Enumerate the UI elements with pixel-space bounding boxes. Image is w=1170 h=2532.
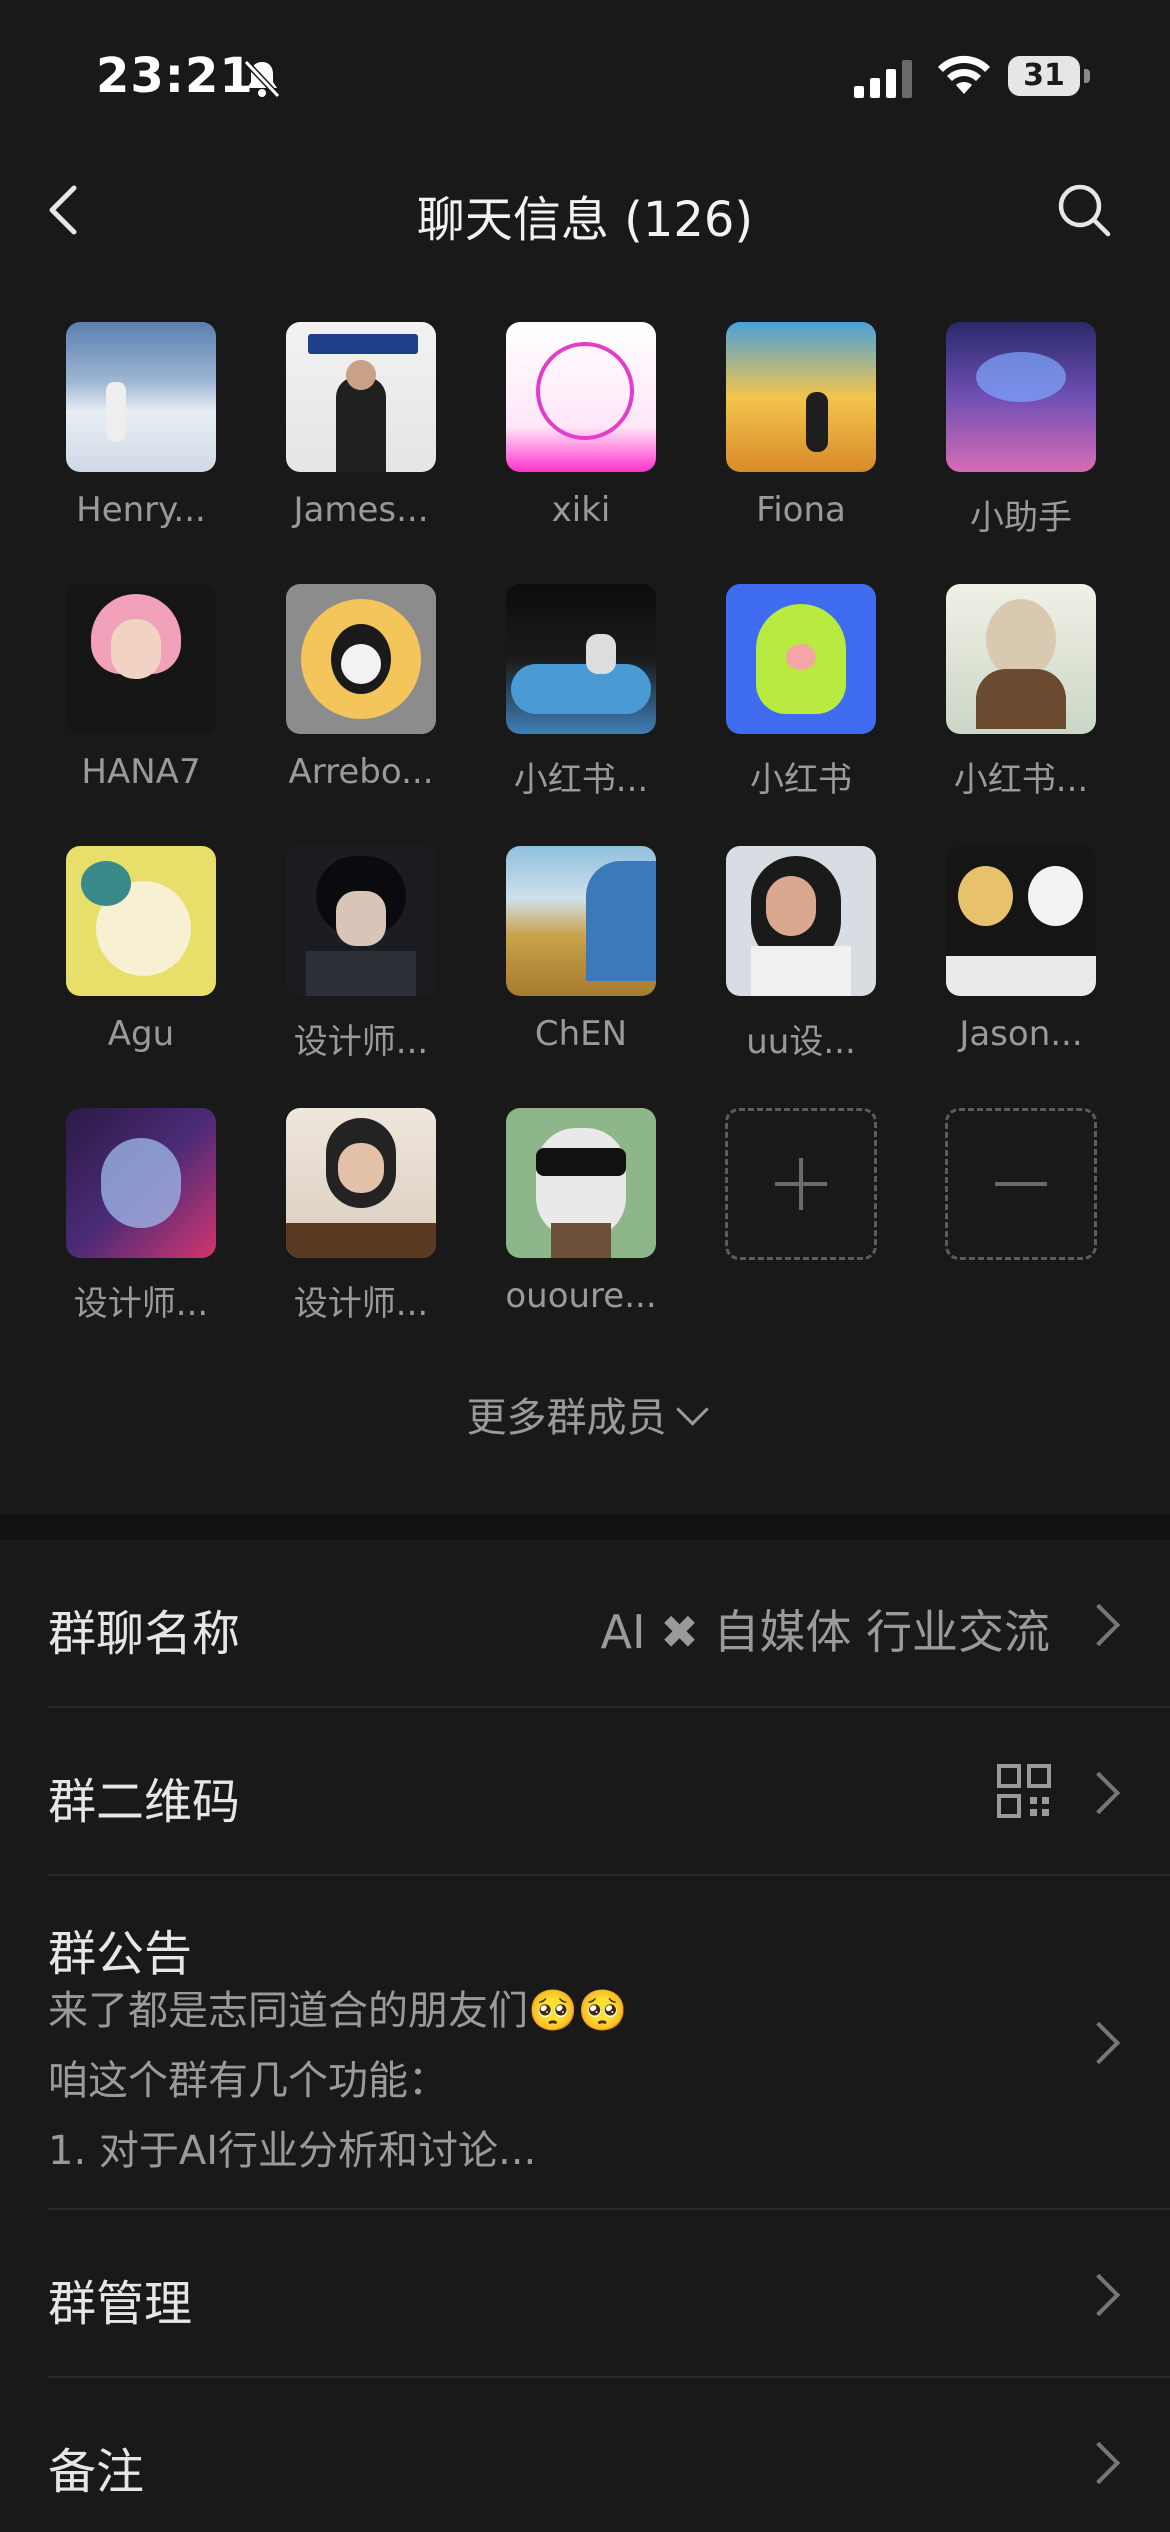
member-item[interactable]: James... [251, 322, 471, 530]
notice-line-3: 1. 对于AI行业分析和讨论... [48, 2128, 537, 2174]
remark-row[interactable]: 备注 [48, 2378, 1170, 2532]
member-name: Jason... [959, 1014, 1083, 1054]
member-name: xiki [551, 490, 611, 530]
avatar [66, 584, 216, 734]
member-item[interactable]: 小红书... [471, 584, 691, 801]
member-name: HANA7 [81, 752, 201, 792]
avatar [286, 584, 436, 734]
member-item[interactable]: 设计师... [31, 1108, 251, 1325]
group-qr-row[interactable]: 群二维码 [48, 1708, 1170, 1876]
group-name-value: AI ✖ 自媒体 行业交流 [600, 1605, 1050, 1659]
avatar [506, 322, 656, 472]
group-name-label: 群聊名称 [48, 1606, 241, 1662]
chevron-right-icon [1077, 1603, 1121, 1647]
search-icon[interactable] [1052, 178, 1116, 242]
cellular-signal-icon [854, 60, 912, 98]
avatar [286, 1108, 436, 1258]
chevron-down-icon [675, 1393, 709, 1426]
group-notice-label: 群公告 [48, 1926, 193, 1982]
qr-code-icon [997, 1764, 1051, 1818]
member-name: 设计师... [293, 1022, 429, 1062]
group-notice-row[interactable]: 群公告 来了都是志同道合的朋友们🥺🥺 咱这个群有几个功能： 1. 对于AI行业分… [48, 1876, 1170, 2210]
member-name: 设计师... [73, 1284, 209, 1324]
notice-line-2: 咱这个群有几个功能： [48, 2058, 448, 2104]
chevron-right-icon [1077, 2021, 1121, 2065]
member-item[interactable]: uu设... [691, 846, 911, 1063]
member-name: Arrebo... [288, 752, 434, 792]
battery-level: 31 [1023, 58, 1065, 93]
member-name: Agu [107, 1014, 175, 1054]
member-name: 小红书... [513, 760, 649, 800]
status-bar: 23:21 31 [0, 0, 1170, 150]
member-item[interactable]: 小红书 [691, 584, 911, 801]
chevron-right-icon [1077, 2441, 1121, 2485]
status-time: 23:21 [96, 48, 254, 104]
remark-label: 备注 [48, 2444, 145, 2500]
avatar [506, 846, 656, 996]
member-name: Henry... [76, 490, 206, 530]
member-name: Fiona [756, 490, 846, 530]
member-name: ChEN [534, 1014, 628, 1054]
avatar [506, 1108, 656, 1258]
avatar [286, 846, 436, 996]
member-item[interactable]: HANA7 [31, 584, 251, 792]
member-name: uu设... [746, 1022, 856, 1062]
member-item[interactable]: Jason... [911, 846, 1131, 1054]
member-name: ououre... [505, 1276, 657, 1316]
avatar [946, 584, 1096, 734]
nav-bar: 聊天信息 (126) [0, 150, 1170, 270]
more-members-button[interactable]: 更多群成员 [0, 1385, 1170, 1443]
group-manage-label: 群管理 [48, 2276, 193, 2332]
member-item[interactable]: Arrebo... [251, 584, 471, 792]
remove-member-button[interactable] [911, 1108, 1131, 1260]
group-qr-label: 群二维码 [48, 1774, 241, 1830]
group-manage-row[interactable]: 群管理 [48, 2210, 1170, 2378]
member-item[interactable]: ChEN [471, 846, 691, 1054]
member-item[interactable]: Henry... [31, 322, 251, 530]
member-item[interactable]: Agu [31, 846, 251, 1054]
plus-icon [775, 1158, 827, 1210]
chevron-right-icon [1077, 2273, 1121, 2317]
member-name: 小红书 [750, 760, 852, 800]
avatar [726, 584, 876, 734]
member-item[interactable]: 小红书... [911, 584, 1131, 801]
wifi-icon [938, 55, 990, 94]
more-members-label: 更多群成员 [466, 1395, 667, 1441]
avatar [946, 846, 1096, 996]
notice-line-1: 来了都是志同道合的朋友们🥺🥺 [48, 1988, 628, 2034]
member-item[interactable]: 设计师... [251, 846, 471, 1063]
avatar [286, 322, 436, 472]
member-name: 设计师... [293, 1284, 429, 1324]
avatar [66, 322, 216, 472]
avatar [66, 846, 216, 996]
minus-icon [995, 1182, 1047, 1186]
member-name: 小红书... [953, 760, 1089, 800]
member-item[interactable]: ououre... [471, 1108, 691, 1316]
member-name: 小助手 [970, 498, 1072, 538]
page-title: 聊天信息 (126) [416, 192, 754, 248]
avatar [506, 584, 656, 734]
settings-list: 群聊名称 AI ✖ 自媒体 行业交流 群二维码 群公告 来了都是志同道合的朋友们… [0, 1540, 1170, 2532]
member-item[interactable]: Fiona [691, 322, 911, 530]
battery-icon: 31 [1008, 56, 1090, 98]
avatar [946, 322, 1096, 472]
add-member-button[interactable] [691, 1108, 911, 1260]
chevron-right-icon [1077, 1771, 1121, 1815]
member-item[interactable]: 小助手 [911, 322, 1131, 539]
member-item[interactable]: xiki [471, 322, 691, 530]
member-item[interactable]: 设计师... [251, 1108, 471, 1325]
avatar [726, 322, 876, 472]
group-name-row[interactable]: 群聊名称 AI ✖ 自媒体 行业交流 [48, 1540, 1170, 1708]
avatar [66, 1108, 216, 1258]
member-name: James... [293, 490, 429, 530]
avatar [726, 846, 876, 996]
bell-muted-icon [243, 59, 281, 99]
